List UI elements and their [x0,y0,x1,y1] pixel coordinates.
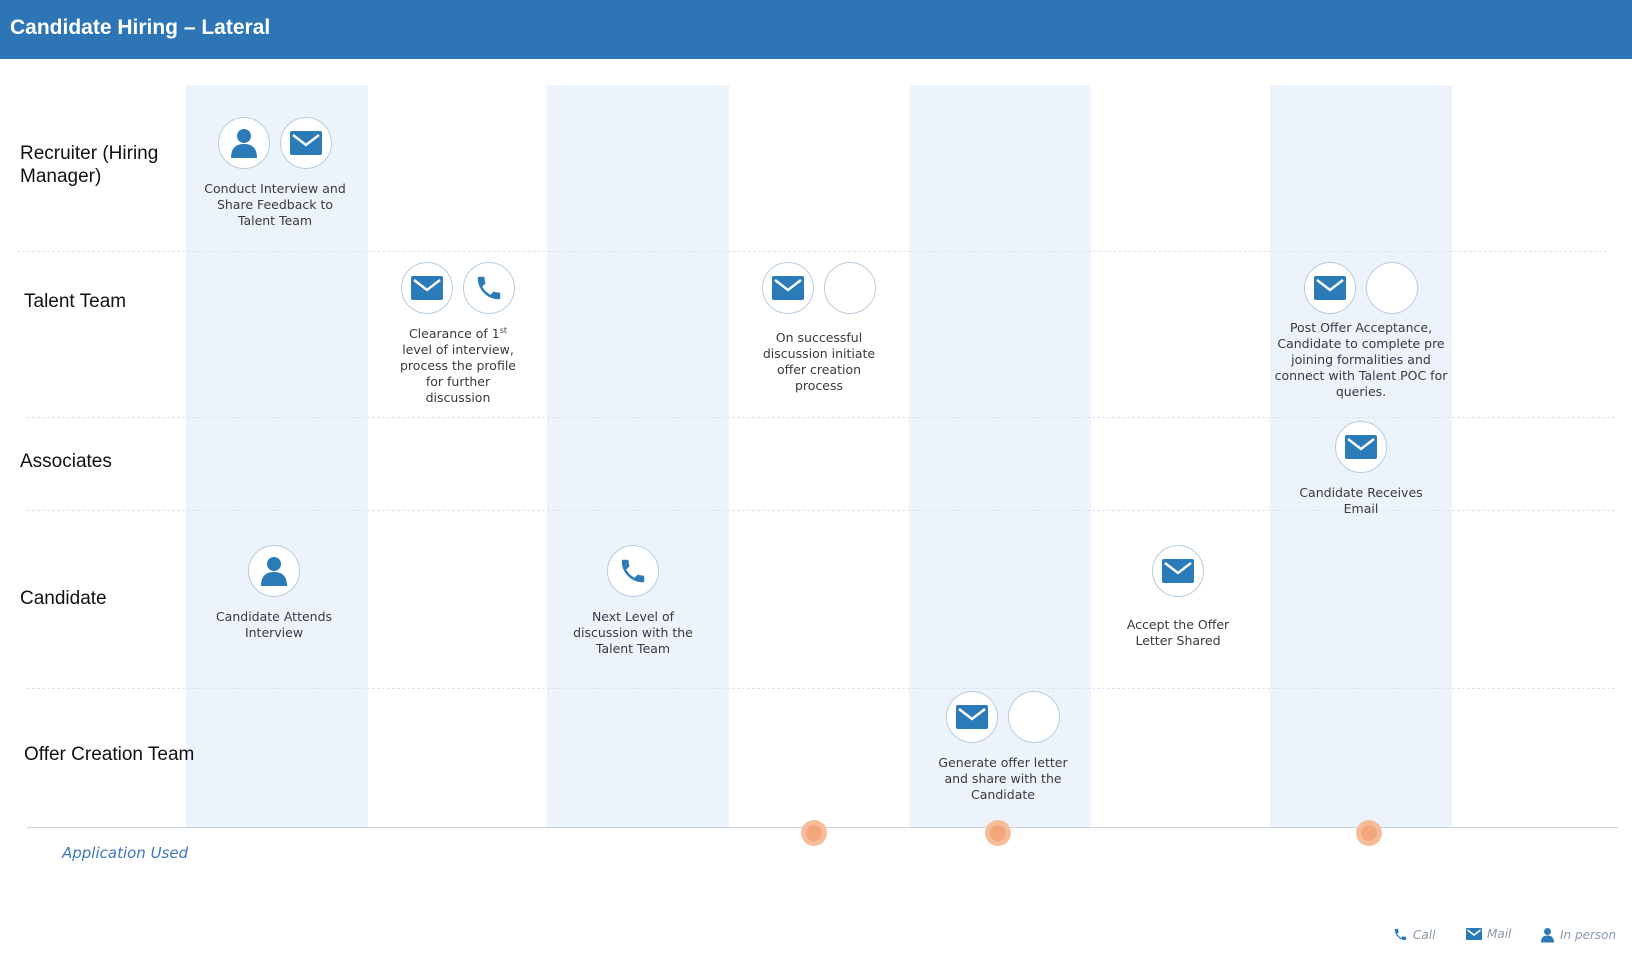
empty-icon [1366,262,1418,314]
lane-separator [27,688,1615,689]
step-description: Candidate Receives Email [1299,485,1423,516]
step-accept-offer: Accept the Offer Letter Shared [1114,545,1242,649]
step-description: Next Level of discussion with the Talent… [573,609,693,656]
mail-icon [280,117,332,169]
mail-icon [1152,545,1204,597]
step-description: Conduct Interview and Share Feedback to … [204,181,346,228]
mail-icon [401,262,453,314]
step-description: Accept the Offer Letter Shared [1126,617,1230,648]
step-description: Candidate Attends Interview [215,609,333,640]
step-description: Clearance of 1st level of interview, pro… [400,325,516,405]
lane-label-associates: Associates [20,451,112,472]
lane-label-recruiter: Recruiter (Hiring Manager) [20,143,159,187]
page-title: Candidate Hiring – Lateral [10,16,271,39]
step-post-offer: Post Offer Acceptance, Candidate to comp… [1274,262,1448,400]
empty-icon [1008,691,1060,743]
step-receives-email: Candidate Receives Email [1289,421,1433,517]
column-band [547,85,729,828]
phone-icon [607,545,659,597]
application-marker [985,820,1011,846]
lane-separator [17,251,1607,252]
application-used-label: Application Used [62,844,189,862]
step-next-level: Next Level of discussion with the Talent… [563,545,703,657]
person-icon [1541,928,1554,943]
mail-icon [762,262,814,314]
step-initiate-offer: On successful discussion initiate offer … [757,262,881,394]
step-description: Generate offer letter and share with the… [938,755,1068,802]
legend-mail: Mail [1466,927,1511,941]
person-icon [218,117,270,169]
step-clearance: Clearance of 1st level of interview, pro… [394,262,522,406]
title-bar: Candidate Hiring – Lateral [0,0,1632,59]
mail-icon [1335,421,1387,473]
legend-mail-label: Mail [1487,927,1512,941]
legend-call-label: Call [1413,927,1436,942]
person-icon [248,545,300,597]
lane-label-candidate: Candidate [20,588,107,609]
mail-icon [1304,262,1356,314]
phone-icon [463,262,515,314]
application-marker [801,820,827,846]
legend-in-person: In person [1540,927,1616,943]
step-attends-interview: Candidate Attends Interview [206,545,342,641]
legend-call: Call [1393,927,1435,942]
lane-label-talent-team: Talent Team [24,291,127,312]
lane-label-offer-creation-team: Offer Creation Team [24,744,195,765]
step-generate-offer: Generate offer letter and share with the… [933,691,1073,803]
step-description: On successful discussion initiate offer … [762,330,876,393]
phone-icon [1394,928,1407,941]
mail-icon [946,691,998,743]
lane-separator [27,417,1615,418]
step-description: Post Offer Acceptance, Candidate to comp… [1274,320,1448,399]
mail-icon [1466,928,1482,940]
application-marker [1356,820,1382,846]
empty-icon [824,262,876,314]
step-conduct-interview: Conduct Interview and Share Feedback to … [199,117,351,229]
legend-in-person-label: In person [1560,928,1617,942]
